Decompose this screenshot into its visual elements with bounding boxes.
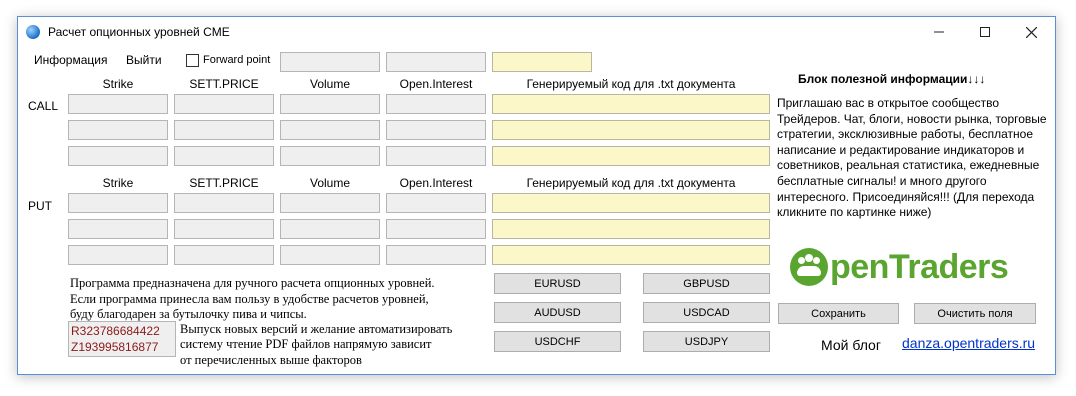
- wallet-numbers-field[interactable]: R323786684422 Z193995816877: [68, 321, 176, 357]
- put-open-interest-1[interactable]: [386, 193, 486, 213]
- forward-field-2[interactable]: [386, 52, 486, 72]
- put-code-2[interactable]: [492, 219, 770, 239]
- forward-result-field[interactable]: [492, 52, 592, 72]
- info-block-title: Блок полезной информации↓↓↓: [798, 72, 986, 86]
- description-line-2: Если программа принесла вам пользу в удо…: [70, 292, 429, 306]
- maximize-button[interactable]: [962, 17, 1008, 47]
- description-line-4: Выпуск новых версий и желание автоматизи…: [180, 322, 453, 336]
- menu-info[interactable]: Информация: [34, 53, 107, 67]
- audusd-button[interactable]: AUDUSD: [494, 302, 621, 323]
- put-header-open-interest: Open.Interest: [399, 176, 473, 190]
- call-header-code: Генерируемый код для .txt документа: [526, 77, 736, 91]
- usdcad-button[interactable]: USDCAD: [643, 302, 770, 323]
- wallet-z-number: Z193995816877: [71, 340, 159, 354]
- put-open-interest-2[interactable]: [386, 219, 486, 239]
- put-volume-3[interactable]: [280, 245, 380, 265]
- description-line-6: от перечисленных выше факторов: [180, 353, 362, 367]
- put-code-3[interactable]: [492, 245, 770, 265]
- eurusd-button[interactable]: EURUSD: [494, 273, 621, 294]
- put-header-code: Генерируемый код для .txt документа: [526, 176, 736, 190]
- close-button[interactable]: [1008, 17, 1054, 47]
- put-strike-2[interactable]: [68, 219, 168, 239]
- blog-label: Мой блог: [821, 337, 881, 353]
- opentraders-logo-text: penTraders: [830, 247, 1009, 286]
- put-code-1[interactable]: [492, 193, 770, 213]
- call-sett-price-1[interactable]: [174, 94, 274, 114]
- call-volume-2[interactable]: [280, 120, 380, 140]
- call-code-3[interactable]: [492, 146, 770, 166]
- call-header-open-interest: Open.Interest: [399, 77, 473, 91]
- put-sett-price-2[interactable]: [174, 219, 274, 239]
- call-code-1[interactable]: [492, 94, 770, 114]
- put-header-volume: Volume: [309, 176, 351, 190]
- put-strike-1[interactable]: [68, 193, 168, 213]
- maximize-icon: [980, 27, 990, 37]
- call-open-interest-1[interactable]: [386, 94, 486, 114]
- blog-link[interactable]: danza.opentraders.ru: [902, 335, 1035, 351]
- put-header-strike: Strike: [102, 176, 134, 190]
- call-strike-1[interactable]: [68, 94, 168, 114]
- menu-exit[interactable]: Выйти: [126, 53, 162, 67]
- minimize-button[interactable]: [916, 17, 962, 47]
- wallet-r-number: R323786684422: [71, 324, 160, 338]
- call-sett-price-2[interactable]: [174, 120, 274, 140]
- description-line-1: Программа предназначена для ручного расч…: [70, 276, 435, 290]
- call-code-2[interactable]: [492, 120, 770, 140]
- put-sett-price-1[interactable]: [174, 193, 274, 213]
- app-globe-icon: [26, 25, 40, 39]
- put-strike-3[interactable]: [68, 245, 168, 265]
- usdchf-button[interactable]: USDCHF: [494, 331, 621, 352]
- close-icon: [1025, 26, 1037, 38]
- window-title: Расчет опционных уровней CME: [48, 25, 230, 39]
- forward-point-label[interactable]: Forward point: [203, 54, 270, 66]
- opentraders-people-icon: [790, 248, 828, 286]
- put-label: PUT: [28, 199, 52, 213]
- info-block-text: Приглашаю вас в открытое сообщество Трей…: [777, 96, 1047, 220]
- save-button[interactable]: Сохранить: [778, 303, 899, 324]
- put-open-interest-3[interactable]: [386, 245, 486, 265]
- opentraders-logo[interactable]: penTraders: [790, 245, 1030, 289]
- call-strike-3[interactable]: [68, 146, 168, 166]
- call-header-volume: Volume: [309, 77, 351, 91]
- call-open-interest-3[interactable]: [386, 146, 486, 166]
- title-bar: Расчет опционных уровней CME: [18, 17, 1055, 47]
- clear-fields-button[interactable]: Очистить поля: [914, 303, 1036, 324]
- call-sett-price-3[interactable]: [174, 146, 274, 166]
- put-volume-2[interactable]: [280, 219, 380, 239]
- forward-point-checkbox[interactable]: [186, 54, 199, 67]
- call-volume-1[interactable]: [280, 94, 380, 114]
- app-window: Расчет опционных уровней CME Информация …: [17, 16, 1056, 375]
- put-sett-price-3[interactable]: [174, 245, 274, 265]
- call-label: CALL: [28, 99, 59, 113]
- call-header-sett-price: SETT.PRICE: [189, 77, 259, 91]
- usdjpy-button[interactable]: USDJPY: [643, 331, 770, 352]
- forward-field-1[interactable]: [280, 52, 380, 72]
- description-line-5: систему чтение PDF файлов напрямую завис…: [180, 337, 432, 351]
- minimize-icon: [934, 31, 944, 33]
- gbpusd-button[interactable]: GBPUSD: [643, 273, 770, 294]
- call-header-strike: Strike: [102, 77, 134, 91]
- put-volume-1[interactable]: [280, 193, 380, 213]
- put-header-sett-price: SETT.PRICE: [189, 176, 259, 190]
- call-open-interest-2[interactable]: [386, 120, 486, 140]
- call-strike-2[interactable]: [68, 120, 168, 140]
- call-volume-3[interactable]: [280, 146, 380, 166]
